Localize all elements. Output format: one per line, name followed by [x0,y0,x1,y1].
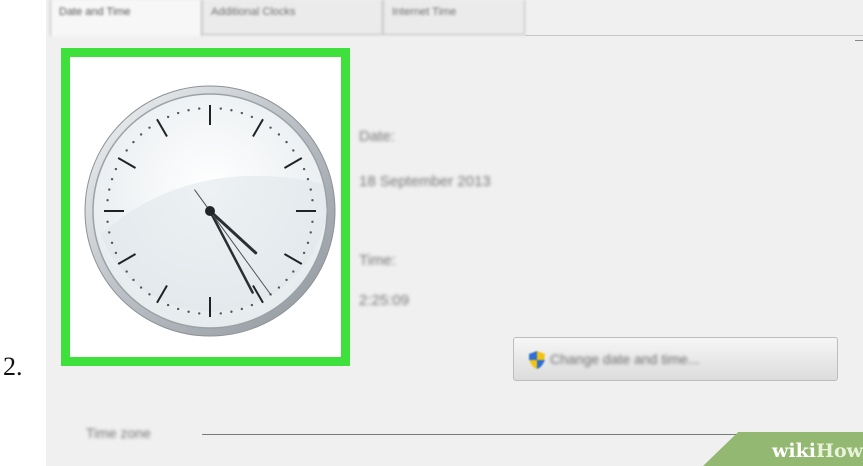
wikihow-how-text: How [816,440,863,462]
minute-tick [139,286,143,289]
step-number: 2. [3,352,23,381]
minute-tick [198,312,201,315]
minute-tick [108,231,111,234]
date-value: 18 September 2013 [359,173,491,190]
change-date-time-button[interactable]: Change date and time... [513,337,838,381]
minute-tick [311,199,314,202]
minute-tick [108,188,111,191]
minute-tick [302,167,306,171]
clock-center-pin [205,206,215,216]
minute-tick [125,149,128,152]
minute-tick [292,270,295,273]
tab-date-and-time[interactable]: Date and Time [50,0,202,36]
window-edge-mark [855,40,863,41]
wikihow-wiki-text: wiki [772,440,817,462]
minute-tick [110,241,114,245]
minute-tick [302,251,306,255]
tab-additional-clocks[interactable]: Additional Clocks [202,0,383,35]
minute-tick [277,133,281,136]
minute-tick [306,177,310,181]
date-time-dialog: Date and Time Additional Clocks Internet… [46,0,863,466]
uac-shield-icon [529,351,545,369]
minute-tick [187,310,190,313]
minute-tick [125,270,128,273]
minute-tick [187,109,190,112]
clock-highlight-box [61,48,350,366]
date-label: Date: [359,128,395,145]
time-label: Time: [359,252,396,269]
minute-tick [240,307,244,311]
minute-tick [148,293,151,296]
minute-tick [277,286,281,289]
minute-tick [219,312,222,315]
minute-tick [106,220,109,223]
wikihow-watermark: wikiHow [746,440,863,462]
minute-tick [292,149,295,152]
timezone-group-label: Time zone [86,425,151,441]
tab-internet-time[interactable]: Internet Time [383,0,525,35]
minute-tick [148,126,151,129]
minute-tick [132,278,135,282]
minute-tick [285,278,288,282]
time-value: 2:25:09 [359,292,410,309]
analog-clock-icon [84,85,336,337]
minute-tick [166,303,170,307]
tab-strip-divider [525,35,863,36]
minute-tick [240,111,244,115]
minute-tick [176,307,180,311]
minute-tick [269,126,272,129]
minute-tick [114,251,118,255]
minute-tick [250,115,254,119]
minute-tick [219,107,222,110]
minute-tick [198,107,201,110]
change-date-time-label: Change date and time... [550,351,700,367]
minute-tick [132,140,135,144]
minute-tick [139,133,143,136]
minute-tick [309,231,312,234]
minute-tick [309,188,312,191]
minute-tick [311,220,314,223]
minute-tick [110,177,114,181]
minute-tick [166,115,170,119]
minute-tick [106,199,109,202]
minute-tick [176,111,180,115]
minute-tick [230,109,233,112]
minute-tick [114,167,118,171]
minute-tick [230,310,233,313]
minute-tick [306,241,310,245]
minute-tick [285,140,288,144]
tab-strip: Date and Time Additional Clocks Internet… [46,0,863,36]
minute-tick [250,303,254,307]
